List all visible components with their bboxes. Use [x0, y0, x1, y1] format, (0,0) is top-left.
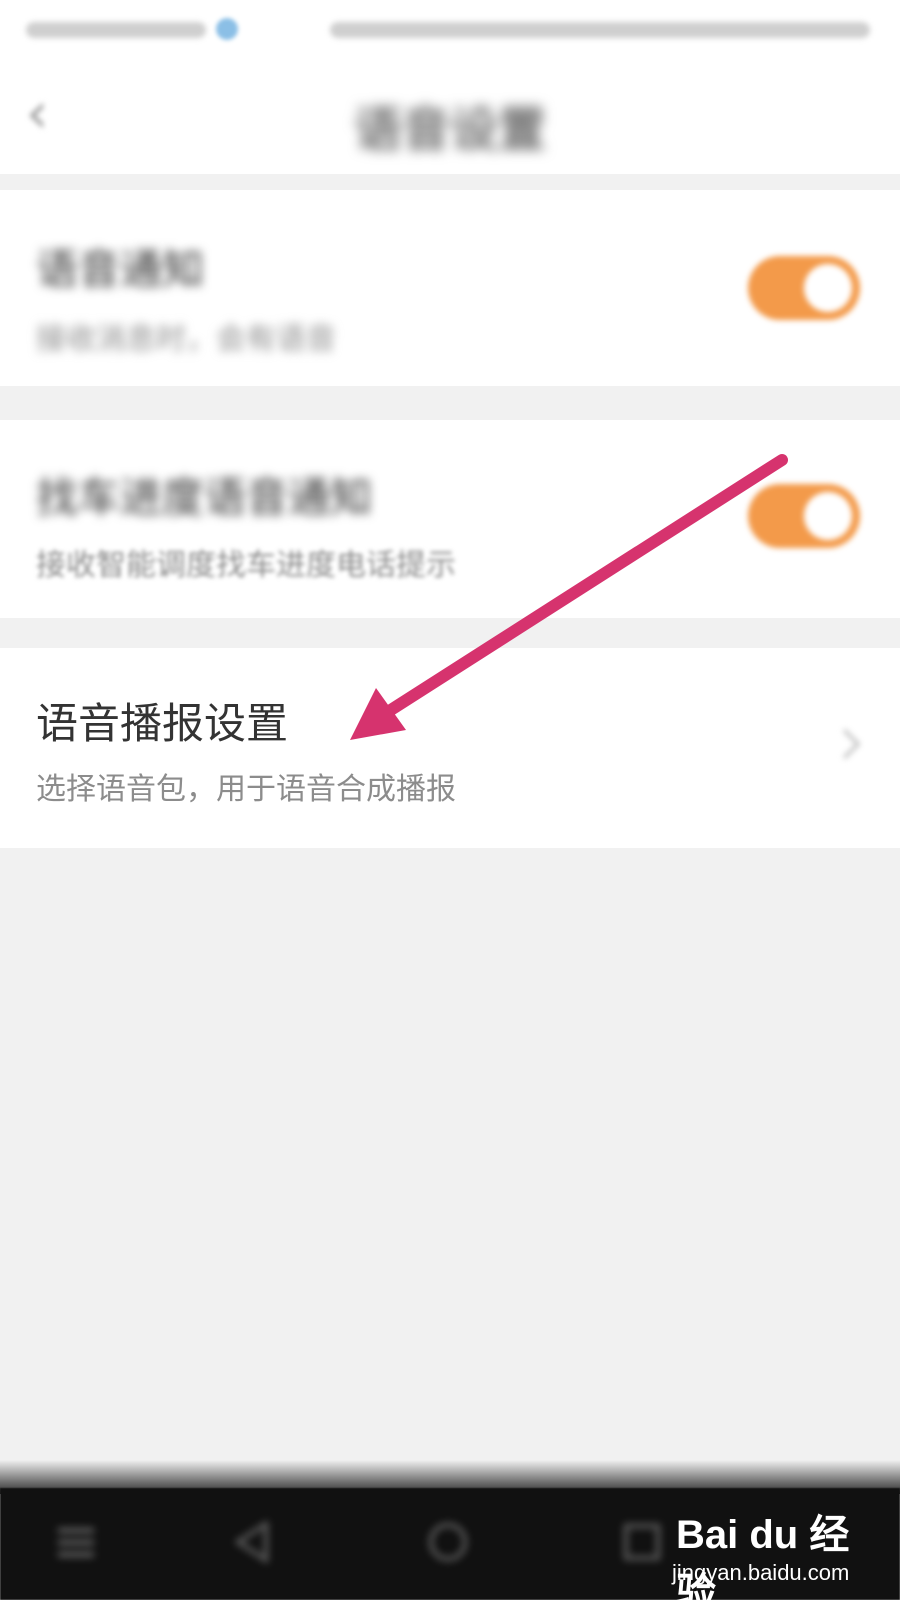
recent-apps-icon[interactable]	[618, 1518, 666, 1566]
setting-title: 语音播报设置	[36, 699, 289, 748]
watermark: Bai du 经验 jingyan.baidu.com	[672, 1500, 872, 1600]
page-title: 语音设置	[353, 102, 546, 158]
status-bar	[0, 0, 900, 62]
watermark-url: jingyan.baidu.com	[672, 1560, 850, 1585]
toggle-knob	[804, 264, 852, 312]
setting-subtitle: 接收消息时，会有语音	[36, 322, 336, 357]
back-icon[interactable]	[228, 1518, 276, 1566]
app-screen: ‹ 语音设置 语音通知 接收消息时，会有语音 找车进度语音通知 接收智能调度找车…	[0, 0, 900, 1600]
setting-subtitle: 选择语音包，用于语音合成播报	[36, 772, 456, 807]
progress-notification-toggle[interactable]	[748, 484, 860, 548]
voice-notification-toggle[interactable]	[748, 256, 860, 320]
toggle-knob	[804, 492, 852, 540]
nav-bar: ‹ 语音设置	[0, 62, 900, 174]
status-info	[330, 22, 870, 38]
setting-voice-notification[interactable]: 语音通知 接收消息时，会有语音	[0, 190, 900, 386]
chevron-right-icon	[842, 728, 861, 760]
setting-title: 找车进度语音通知	[36, 473, 373, 522]
setting-voice-broadcast[interactable]: 语音播报设置 选择语音包，用于语音合成播报	[0, 648, 900, 848]
home-icon[interactable]	[424, 1518, 472, 1566]
setting-subtitle: 接收智能调度找车进度电话提示	[36, 548, 456, 583]
carrier-label	[26, 22, 206, 38]
menu-icon[interactable]	[52, 1518, 100, 1566]
setting-title: 语音通知	[36, 245, 205, 294]
setting-progress-notification[interactable]: 找车进度语音通知 接收智能调度找车进度电话提示	[0, 420, 900, 618]
signal-icon	[216, 18, 238, 40]
